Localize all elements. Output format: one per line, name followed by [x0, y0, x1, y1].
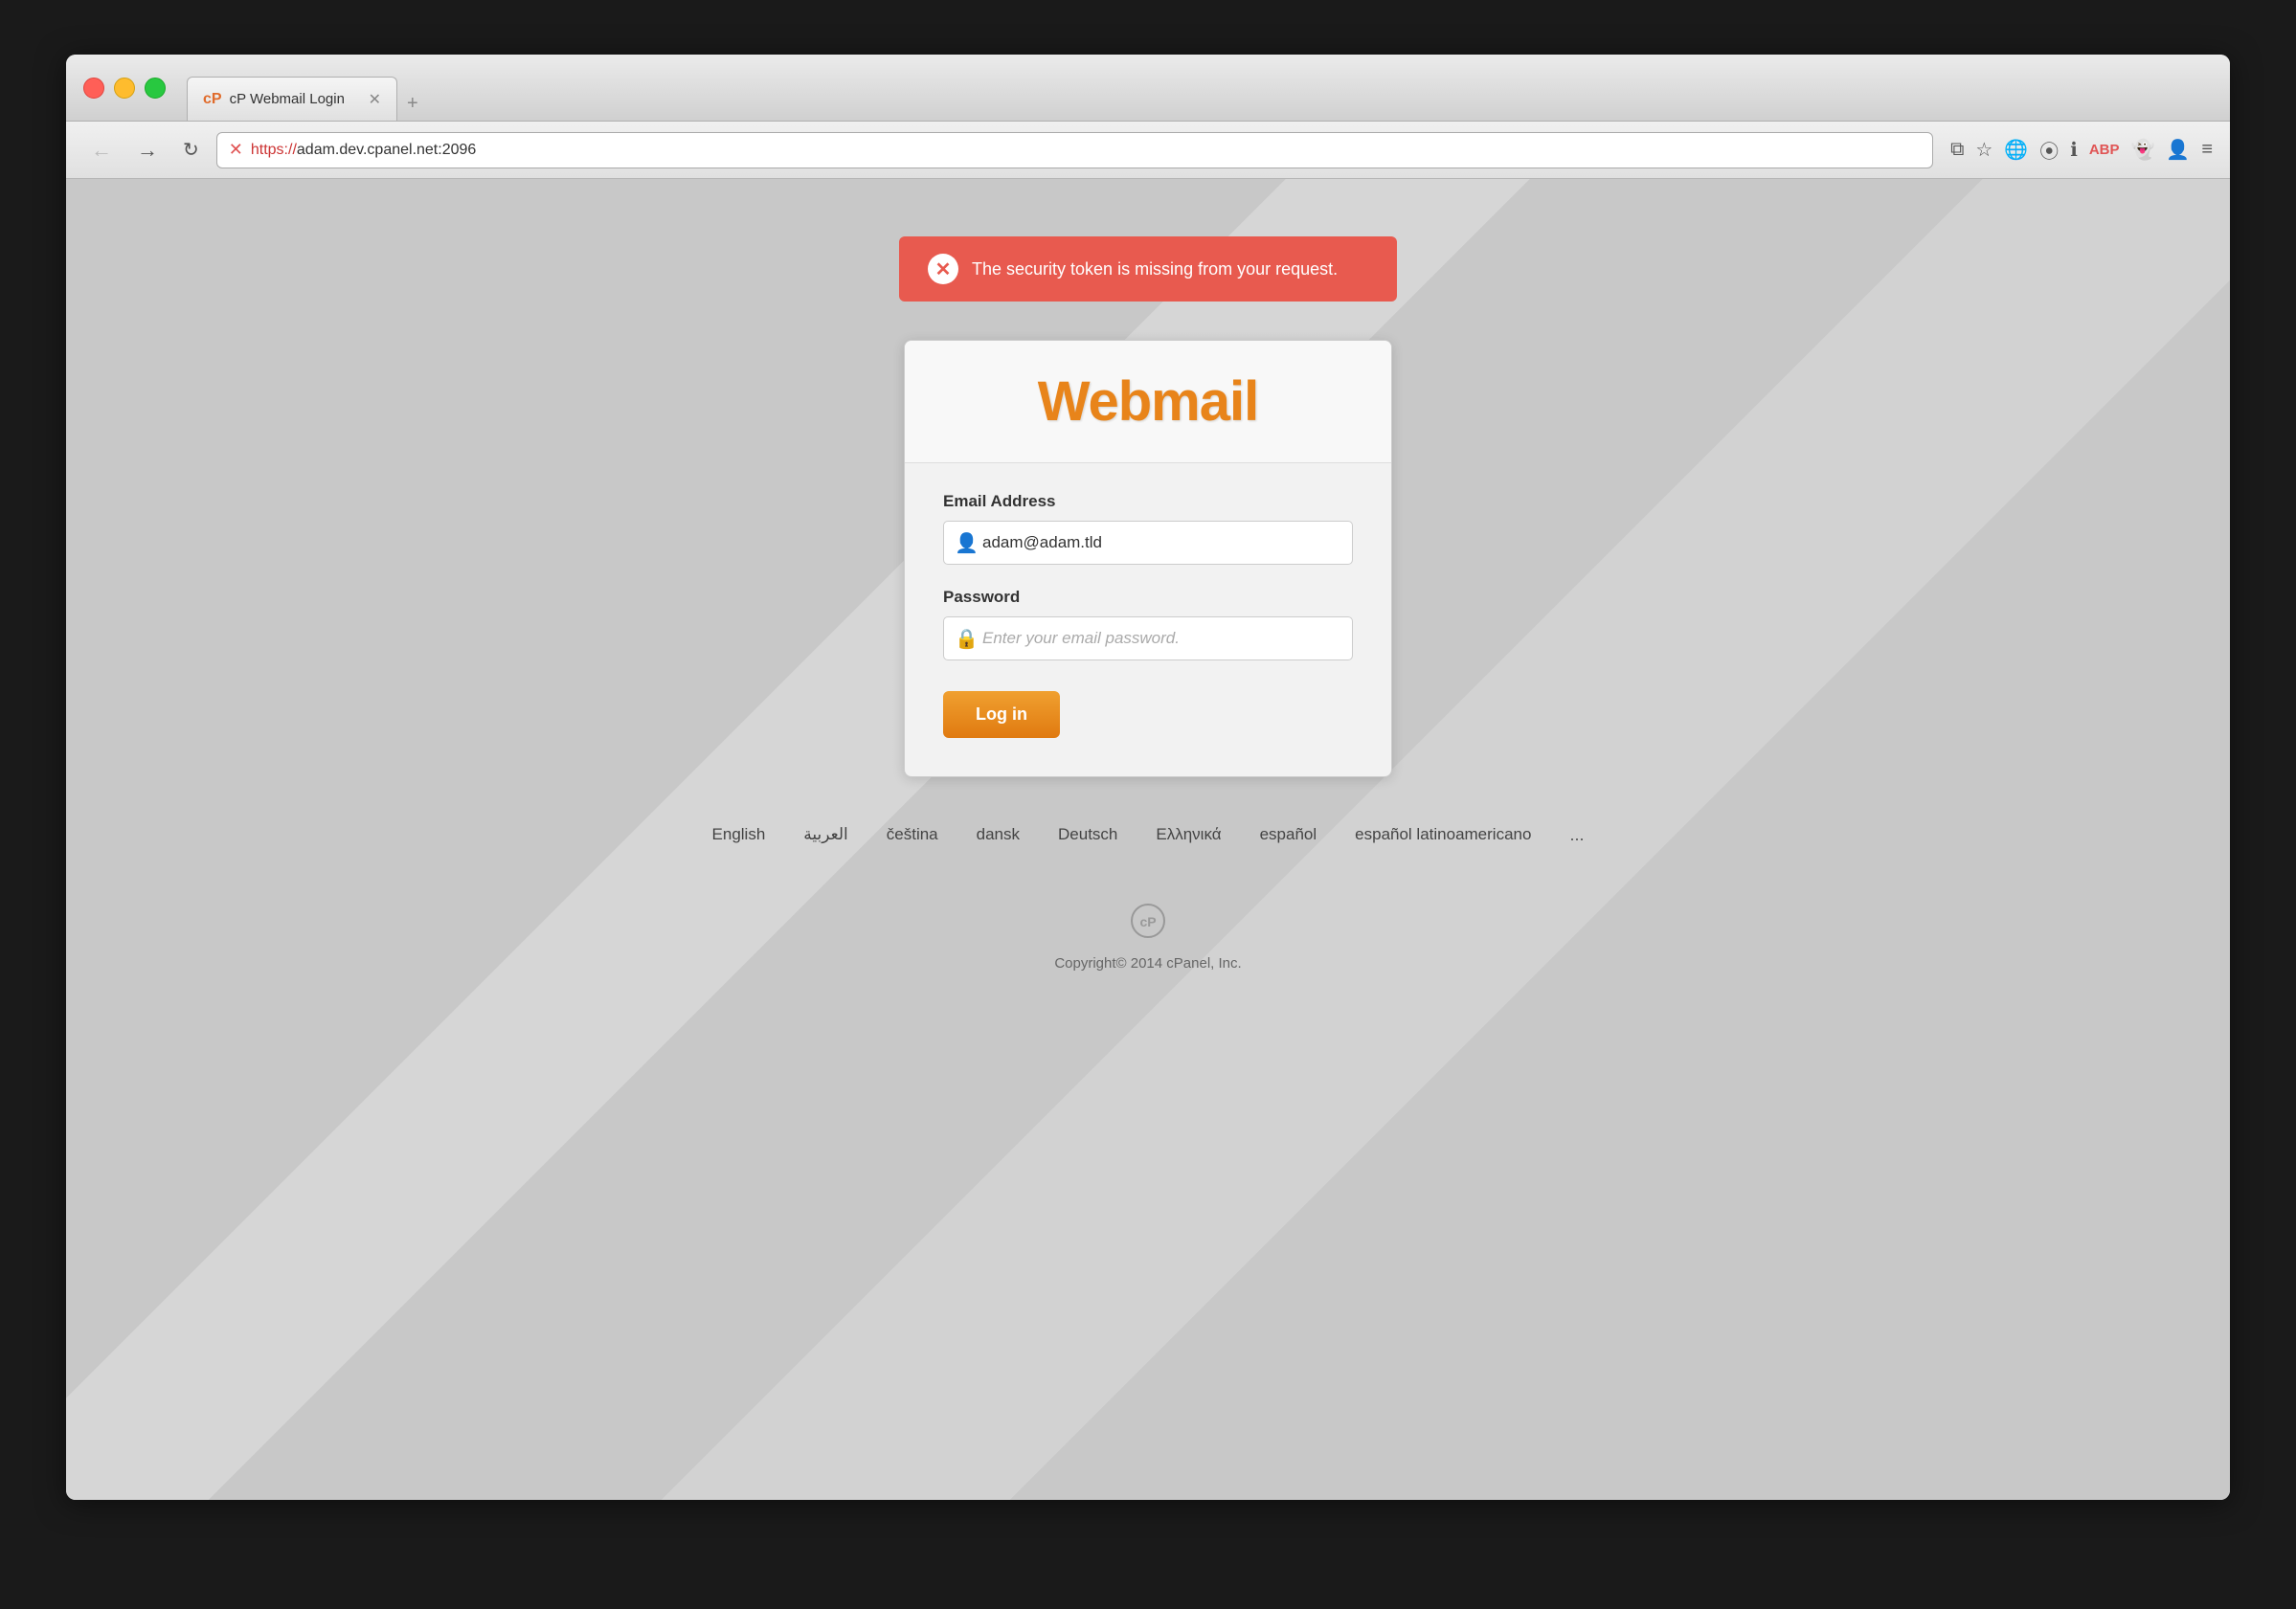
password-input[interactable] [943, 616, 1353, 660]
forward-button[interactable]: → [129, 134, 166, 167]
user-input-icon: 👤 [955, 531, 979, 555]
tab-bar: cP cP Webmail Login ✕ + [187, 55, 2213, 121]
language-bar: English العربية čeština dansk Deutsch Ελ… [712, 825, 1585, 845]
login-body: Email Address 👤 Password 🔒 Log in [905, 463, 1391, 776]
toolbar: ← → ↻ ✕ https://adam.dev.cpanel.net:2096… [66, 122, 2230, 179]
lang-english[interactable]: English [712, 825, 766, 845]
refresh-button[interactable]: ↻ [175, 134, 207, 166]
lock-input-icon: 🔒 [955, 627, 979, 651]
toolbar-icons: ⧉ ☆ 🌐 ⦿ ℹ ABP 👻 👤 ≡ [1950, 136, 2213, 164]
camera-icon[interactable]: ⦿ [2039, 136, 2059, 164]
lang-german[interactable]: Deutsch [1058, 825, 1117, 845]
webmail-title: Webmail [905, 369, 1391, 434]
browser-window: cP cP Webmail Login ✕ + ← → ↻ ✕ https://… [66, 55, 2230, 1500]
login-header: Webmail [905, 341, 1391, 463]
email-label: Email Address [943, 492, 1353, 511]
menu-icon[interactable]: ≡ [2201, 139, 2213, 161]
tab-favicon: cP [203, 91, 222, 108]
lang-spanish[interactable]: español [1260, 825, 1317, 845]
email-form-group: Email Address 👤 [943, 492, 1353, 565]
cpanel-logo: cP [1130, 903, 1166, 946]
password-form-group: Password 🔒 [943, 588, 1353, 660]
security-icon: ✕ [229, 140, 243, 160]
title-bar: cP cP Webmail Login ✕ + [66, 55, 2230, 122]
error-message: The security token is missing from your … [972, 259, 1338, 279]
address-text: https://adam.dev.cpanel.net:2096 [251, 142, 476, 159]
lang-czech[interactable]: čeština [887, 825, 938, 845]
abp-icon[interactable]: ABP [2089, 142, 2120, 158]
page-inner: ✕ The security token is missing from you… [66, 179, 2230, 972]
translate-icon[interactable]: 🌐 [2004, 138, 2028, 162]
tab-close-icon[interactable]: ✕ [369, 90, 381, 109]
bookmark-icon[interactable]: ☆ [1975, 138, 1992, 162]
close-button[interactable] [83, 78, 104, 99]
lang-danish[interactable]: dansk [977, 825, 1020, 845]
info-icon[interactable]: ℹ [2070, 138, 2078, 162]
login-card: Webmail Email Address 👤 Password 🔒 [904, 340, 1392, 777]
error-icon: ✕ [928, 254, 958, 284]
new-tab-button[interactable]: + [397, 87, 428, 121]
traffic-lights [83, 78, 166, 99]
tab-title: cP Webmail Login [230, 91, 345, 107]
ghost-icon[interactable]: 👻 [2131, 138, 2155, 162]
lang-greek[interactable]: Ελληνικά [1156, 825, 1221, 845]
page-footer: cP Copyright© 2014 cPanel, Inc. [1054, 903, 1241, 972]
password-label: Password [943, 588, 1353, 607]
login-button[interactable]: Log in [943, 691, 1060, 738]
email-input-wrapper: 👤 [943, 521, 1353, 565]
address-bar[interactable]: ✕ https://adam.dev.cpanel.net:2096 [216, 132, 1933, 168]
page-content: ✕ The security token is missing from you… [66, 179, 2230, 1500]
user-icon[interactable]: 👤 [2166, 138, 2190, 162]
copyright-text: Copyright© 2014 cPanel, Inc. [1054, 955, 1241, 972]
copy-icon[interactable]: ⧉ [1950, 139, 1964, 161]
lang-spanish-latin[interactable]: español latinoamericano [1355, 825, 1531, 845]
password-input-wrapper: 🔒 [943, 616, 1353, 660]
maximize-button[interactable] [145, 78, 166, 99]
error-banner: ✕ The security token is missing from you… [899, 236, 1397, 302]
more-languages-button[interactable]: ... [1569, 825, 1584, 845]
lang-arabic[interactable]: العربية [803, 825, 847, 845]
error-x-icon: ✕ [935, 257, 952, 281]
email-input[interactable] [943, 521, 1353, 565]
minimize-button[interactable] [114, 78, 135, 99]
active-tab[interactable]: cP cP Webmail Login ✕ [187, 77, 397, 121]
back-button[interactable]: ← [83, 134, 120, 167]
svg-text:cP: cP [1139, 914, 1156, 929]
